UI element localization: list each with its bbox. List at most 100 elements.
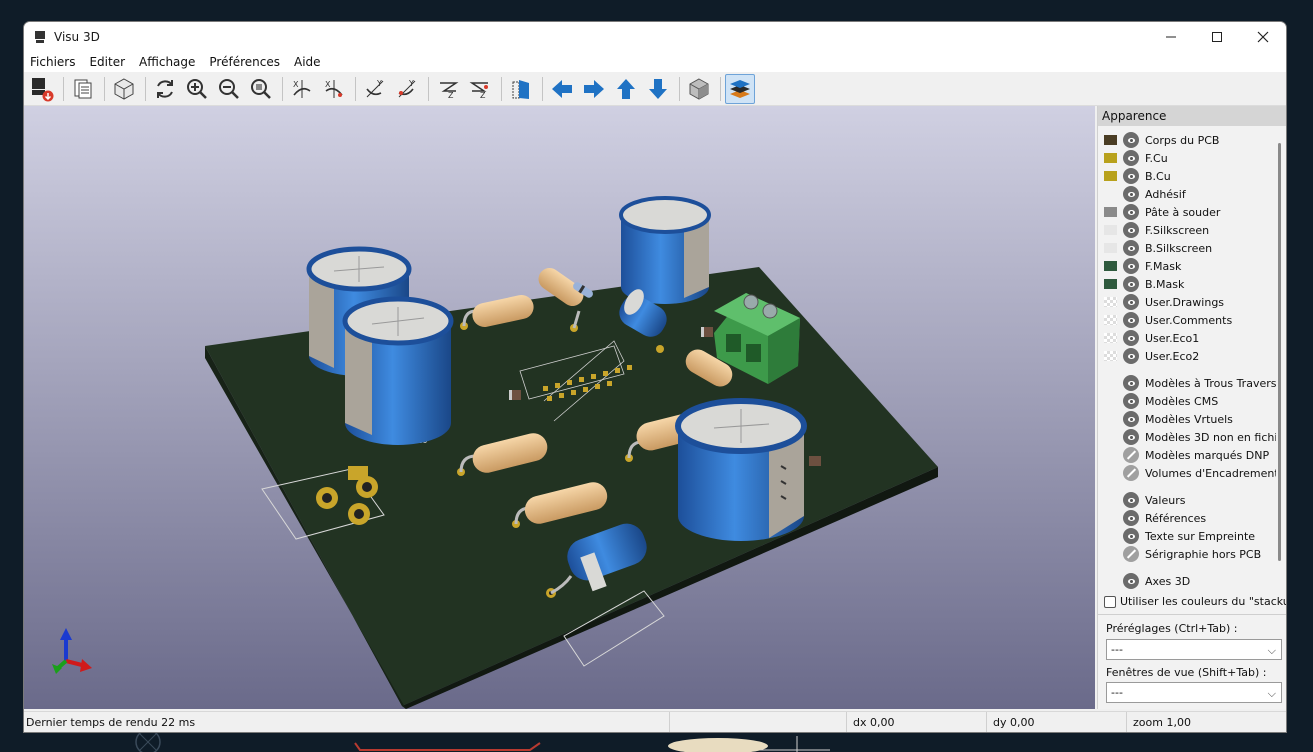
layer-color-swatch[interactable] bbox=[1104, 225, 1117, 235]
eye-icon[interactable] bbox=[1123, 294, 1139, 310]
layer-row-adhesif[interactable]: Adhésif bbox=[1098, 185, 1276, 203]
object-row-3d-axes[interactable]: Axes 3D bbox=[1098, 572, 1276, 590]
layer-color-swatch[interactable] bbox=[1104, 279, 1117, 289]
layer-color-swatch[interactable] bbox=[1104, 153, 1117, 163]
menu-editer[interactable]: Editer bbox=[89, 55, 125, 69]
object-row-footprint-text[interactable]: Texte sur Empreinte bbox=[1098, 527, 1276, 545]
object-row-smd-models[interactable]: Modèles CMS bbox=[1098, 392, 1276, 410]
layer-color-swatch[interactable] bbox=[1104, 261, 1117, 271]
eye-icon[interactable] bbox=[1123, 132, 1139, 148]
layer-row-user-eco1[interactable]: User.Eco1 bbox=[1098, 329, 1276, 347]
stackup-colors-checkbox[interactable] bbox=[1104, 595, 1116, 608]
copy-image-button[interactable] bbox=[68, 74, 98, 104]
eye-icon[interactable] bbox=[1123, 186, 1139, 202]
eye-icon[interactable] bbox=[1123, 573, 1139, 589]
presets-select[interactable]: --- ⌵ bbox=[1106, 639, 1282, 660]
eye-icon[interactable] bbox=[1123, 348, 1139, 364]
eye-hidden-icon[interactable] bbox=[1123, 546, 1139, 562]
minimize-button[interactable] bbox=[1148, 22, 1194, 52]
render-raytracing-button[interactable] bbox=[27, 74, 57, 104]
menu-aide[interactable]: Aide bbox=[294, 55, 321, 69]
viewports-select[interactable]: --- ⌵ bbox=[1106, 682, 1282, 703]
layer-color-swatch[interactable] bbox=[1104, 333, 1117, 343]
eye-hidden-icon[interactable] bbox=[1123, 447, 1139, 463]
object-label: Sérigraphie hors PCB bbox=[1145, 547, 1262, 561]
zoom-fit-button[interactable] bbox=[246, 74, 276, 104]
layer-row-bmask[interactable]: B.Mask bbox=[1098, 275, 1276, 293]
object-row-tht-models[interactable]: Modèles à Trous Traversa bbox=[1098, 374, 1276, 392]
maximize-icon bbox=[1212, 32, 1222, 42]
object-row-references[interactable]: Références bbox=[1098, 509, 1276, 527]
layer-color-swatch[interactable] bbox=[1104, 207, 1117, 217]
zoom-in-button[interactable] bbox=[182, 74, 212, 104]
layer-color-swatch[interactable] bbox=[1104, 135, 1117, 145]
object-row-offboard-silkscreen[interactable]: Sérigraphie hors PCB bbox=[1098, 545, 1276, 563]
eye-icon[interactable] bbox=[1123, 168, 1139, 184]
cube-reload-icon bbox=[114, 77, 134, 100]
eye-icon[interactable] bbox=[1123, 411, 1139, 427]
layer-row-bsilkscreen[interactable]: B.Silkscreen bbox=[1098, 239, 1276, 257]
rotate-y-cw-button[interactable]: Y bbox=[360, 74, 390, 104]
layer-row-corps-pcb[interactable]: Corps du PCB bbox=[1098, 131, 1276, 149]
ortho-toggle-button[interactable] bbox=[684, 74, 714, 104]
object-row-dnp-models[interactable]: Modèles marqués DNP bbox=[1098, 446, 1276, 464]
layers-manager-button[interactable] bbox=[725, 73, 755, 104]
layer-label: User.Drawings bbox=[1145, 295, 1225, 309]
zoom-out-button[interactable] bbox=[214, 74, 244, 104]
layer-label: User.Comments bbox=[1145, 313, 1233, 327]
eye-icon[interactable] bbox=[1123, 492, 1139, 508]
menu-fichiers[interactable]: Fichiers bbox=[30, 55, 75, 69]
layers-scrollbar[interactable] bbox=[1278, 143, 1281, 561]
rotate-x-cw-button[interactable]: X bbox=[287, 74, 317, 104]
object-row-values[interactable]: Valeurs bbox=[1098, 491, 1276, 509]
layer-row-bcu[interactable]: B.Cu bbox=[1098, 167, 1276, 185]
eye-icon[interactable] bbox=[1123, 258, 1139, 274]
layer-row-fsilkscreen[interactable]: F.Silkscreen bbox=[1098, 221, 1276, 239]
eye-icon[interactable] bbox=[1123, 276, 1139, 292]
object-row-virtual-models[interactable]: Modèles Vrtuels bbox=[1098, 410, 1276, 428]
eye-icon[interactable] bbox=[1123, 150, 1139, 166]
pan-down-button[interactable] bbox=[643, 74, 673, 104]
eye-icon[interactable] bbox=[1123, 240, 1139, 256]
pan-up-button[interactable] bbox=[611, 74, 641, 104]
pan-left-button[interactable] bbox=[547, 74, 577, 104]
rotate-x-ccw-button[interactable]: X bbox=[319, 74, 349, 104]
layer-row-pate-souder[interactable]: Pâte à souder bbox=[1098, 203, 1276, 221]
menu-preferences[interactable]: Préférences bbox=[209, 55, 280, 69]
3d-viewport[interactable]: C9 bbox=[24, 106, 1095, 709]
reload-board-button[interactable] bbox=[109, 74, 139, 104]
rotate-z-cw-button[interactable]: Z bbox=[433, 74, 463, 104]
eye-icon[interactable] bbox=[1123, 375, 1139, 391]
eye-icon[interactable] bbox=[1123, 204, 1139, 220]
stackup-colors-option[interactable]: Utiliser les couleurs du "stackup" bbox=[1104, 595, 1286, 608]
layer-row-fcu[interactable]: F.Cu bbox=[1098, 149, 1276, 167]
layer-color-swatch[interactable] bbox=[1104, 351, 1117, 361]
object-row-not-in-file-models[interactable]: Modèles 3D non en fichi bbox=[1098, 428, 1276, 446]
menu-affichage[interactable]: Affichage bbox=[139, 55, 195, 69]
close-button[interactable] bbox=[1240, 22, 1286, 52]
layer-color-swatch[interactable] bbox=[1104, 315, 1117, 325]
layer-color-swatch[interactable] bbox=[1104, 171, 1117, 181]
object-row-bounding-boxes[interactable]: Volumes d'Encadrement c bbox=[1098, 464, 1276, 482]
rotate-y-ccw-button[interactable]: Y bbox=[392, 74, 422, 104]
layer-color-swatch[interactable] bbox=[1104, 243, 1117, 253]
eye-hidden-icon[interactable] bbox=[1123, 465, 1139, 481]
eye-icon[interactable] bbox=[1123, 330, 1139, 346]
layer-color-swatch[interactable] bbox=[1104, 297, 1117, 307]
layer-row-user-eco2[interactable]: User.Eco2 bbox=[1098, 347, 1276, 365]
maximize-button[interactable] bbox=[1194, 22, 1240, 52]
rotate-y-ccw-icon: Y bbox=[398, 79, 416, 97]
flip-board-button[interactable] bbox=[506, 74, 536, 104]
pan-right-button[interactable] bbox=[579, 74, 609, 104]
layer-row-fmask[interactable]: F.Mask bbox=[1098, 257, 1276, 275]
layer-row-user-comments[interactable]: User.Comments bbox=[1098, 311, 1276, 329]
refresh-button[interactable] bbox=[150, 74, 180, 104]
eye-icon[interactable] bbox=[1123, 528, 1139, 544]
eye-icon[interactable] bbox=[1123, 429, 1139, 445]
layer-row-user-drawings[interactable]: User.Drawings bbox=[1098, 293, 1276, 311]
eye-icon[interactable] bbox=[1123, 393, 1139, 409]
eye-icon[interactable] bbox=[1123, 222, 1139, 238]
eye-icon[interactable] bbox=[1123, 312, 1139, 328]
rotate-z-ccw-button[interactable]: Z bbox=[465, 74, 495, 104]
eye-icon[interactable] bbox=[1123, 510, 1139, 526]
